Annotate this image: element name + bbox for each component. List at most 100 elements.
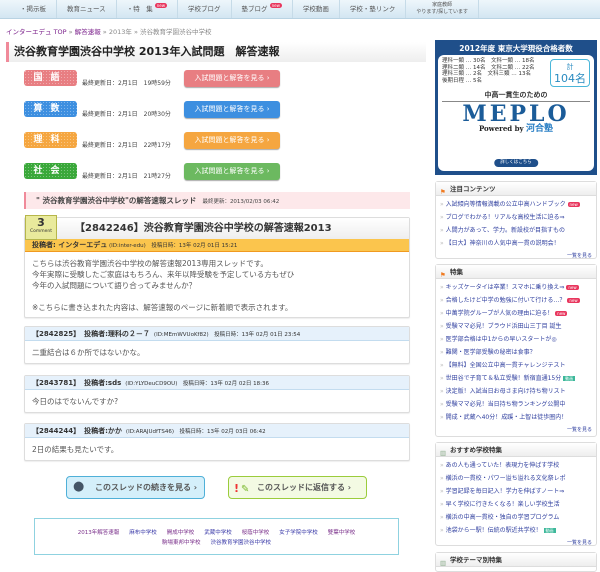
view-answers-button[interactable]: 入試問題と解答を見る ›: [184, 132, 280, 149]
sidebar-link[interactable]: 世田谷で子育て＆私立受験！新宿直通15分 動画: [440, 372, 592, 385]
new-badge: new: [270, 3, 282, 8]
nav-special[interactable]: ・特 集 new: [117, 0, 178, 18]
reply-thread-button[interactable]: !✎このスレッドに返信する ›: [228, 476, 367, 499]
reply-body: 二重結合は６か所ではないかな。: [25, 341, 409, 364]
subject-tag: 算数: [24, 101, 77, 117]
reply-author: 投稿者:理科の２－７: [84, 330, 150, 338]
separator: »: [103, 28, 107, 36]
main-post: 【2842246】渋谷教育学園渋谷中学校の解答速報2013 投稿者: インターエ…: [24, 217, 410, 318]
comment-label: Comment: [26, 229, 56, 235]
link-text: 池袋から一駅！伝統の駅近共学校！: [446, 527, 542, 534]
sidebar-link[interactable]: 合格したけど中学の勉強に付いて行ける…？ new: [440, 294, 592, 307]
nav-board[interactable]: ・掲示板: [10, 0, 57, 18]
footer-link[interactable]: 雙葉中学校: [328, 530, 356, 536]
sidebar-link[interactable]: 受験ママ必見！ブラウド浜田山三丁目 誕生: [440, 320, 592, 333]
view-answers-button[interactable]: 入試問題と解答を見る ›: [184, 101, 280, 118]
reply-id: (ID:MEmWVUoKf82): [154, 332, 209, 338]
sidebar-link[interactable]: 【無料】全国公立中高一貫チャレンジテスト: [440, 359, 592, 372]
flag-icon: ⚑: [440, 268, 447, 276]
ad-body: 理科一類 … 30名 文科一類 … 18名 理科二類 … 14名 文科二類 … …: [438, 55, 594, 171]
sidebar-recommend: ▥おすすめ学校特集 あの人も通っていた！表現力を伸ばす学校 横浜の一貫校・パワー…: [435, 442, 597, 546]
sidebar-link[interactable]: 決定版！入試当日お母さま向け持ち物リスト: [440, 385, 592, 398]
continue-thread-button[interactable]: ● このスレッドの続きを見る ›: [66, 476, 205, 499]
footer-link[interactable]: 渋谷教育学園渋谷中学校: [211, 540, 272, 546]
see-all-link[interactable]: 一覧を見る: [436, 252, 596, 262]
nav-links[interactable]: 学校・塾リンク: [340, 0, 407, 18]
sidebar-link[interactable]: ブログでわかる！リアルな高校生活に迫る⇒: [440, 211, 592, 224]
subject-row-math: 算数 最終更新日：2月1日 20時30分 入試問題と解答を見る ›: [24, 101, 284, 119]
reply-post: 【2844244】投稿者:かか(ID:ARAJUdfTS46) 投稿日時：13年…: [24, 423, 410, 461]
button-label: このスレッドの続きを見る ›: [95, 483, 197, 492]
ad-total: 計104名: [550, 59, 590, 87]
footer-links: 2013年解答速報 麻布中学校 開成中学校 武蔵中学校 桜蔭中学校 女子学院中学校 雙葉中学…: [34, 518, 399, 555]
top-nav: ・掲示板 教育ニュース ・特 集 new 学校ブログ 塾ブログ new 学校動画…: [0, 0, 600, 19]
chat-icon: ●: [73, 480, 84, 494]
school-building-icon: ▥: [440, 446, 447, 454]
footer-link[interactable]: 開成中学校: [167, 530, 195, 536]
footer-link[interactable]: 麻布中学校: [129, 530, 157, 536]
link-text: 中萬学院グループが人気の理由に迫る！: [446, 310, 554, 317]
box-header: ⚑特集: [436, 265, 596, 279]
updated-date: 最終更新日：2月1日 20時30分: [82, 109, 171, 118]
nav-school-video[interactable]: 学校動画: [293, 0, 340, 18]
sidebar-link[interactable]: 人間力があって、学力。新設校が目指すもの: [440, 224, 592, 237]
new-badge: new: [568, 202, 580, 207]
post-line: ※こちらに書き込まれた内容は、解答速報のページに新着順で表示されます。: [32, 302, 402, 313]
thread-heading-title: " 渋谷教育学園渋谷中学校"の解答速報スレッド: [36, 196, 196, 205]
breadcrumb-answers[interactable]: 解答速報: [75, 28, 101, 36]
reply-number: 【2842825】: [32, 330, 80, 338]
sidebar-link[interactable]: 横浜の一貫校・パワー溢ち溢れる文化祭レポ: [440, 472, 592, 485]
sidebar-link[interactable]: 学習記録を毎日記入！学力を伸ばすノート⇒: [440, 485, 592, 498]
nav-juku-blog[interactable]: 塾ブログ new: [232, 0, 293, 18]
footer-link[interactable]: 武蔵中学校: [204, 530, 232, 536]
new-badge: new: [566, 285, 578, 290]
video-badge: 動画: [563, 376, 575, 381]
box-title: 特集: [450, 268, 463, 276]
subject-row-japanese: 国語 最終更新日：2月1日 19時59分 入試問題と解答を見る ›: [24, 70, 284, 88]
post-meta: 投稿者: インターエデュ (ID:inter-edu) 投稿日時：13年 02月…: [25, 239, 409, 252]
reply-date: 投稿日時：13年 02月 01日 23:54: [214, 332, 300, 338]
sidebar-link[interactable]: 医学部合格は中1からの早いスタートが◎: [440, 333, 592, 346]
box-title: おすすめ学校特集: [450, 446, 502, 454]
sidebar-link[interactable]: 入試傾向等情報満載の公立中高ハンドブック new: [440, 198, 592, 211]
footer-link[interactable]: 2013年解答速報: [78, 530, 120, 536]
kawaijuku-logo: 河合塾: [526, 124, 553, 134]
ad-total-label: 計: [567, 63, 574, 71]
box-header: ⚑注目コンテンツ: [436, 182, 596, 196]
sidebar-link[interactable]: 難関・医学部受験の秘密は食事？: [440, 346, 592, 359]
separator: »: [134, 28, 138, 36]
video-badge: 動画: [544, 528, 556, 533]
post-body: こちらは渋谷教育学園渋谷中学校の解答速報2013専用スレッドです。 今年実際に受…: [25, 252, 409, 319]
link-text: 世田谷で子育て＆私立受験！新宿直通15分: [446, 375, 562, 382]
button-label: このスレッドに返信する ›: [257, 483, 351, 492]
sidebar-link[interactable]: キッズケータイは卒業！スマホに乗り換え⇒ new: [440, 281, 592, 294]
sidebar-link[interactable]: あの人も通っていた！表現力を伸ばす学校: [440, 459, 592, 472]
breadcrumb-top[interactable]: インターエデュ TOP: [6, 28, 67, 36]
nav-news[interactable]: 教育ニュース: [57, 0, 117, 18]
see-all-link[interactable]: 一覧を見る: [436, 426, 596, 436]
sidebar-link[interactable]: 【日大】神奈川の人気中高一貫の説明会！: [440, 237, 592, 250]
footer-link[interactable]: 女子学院中学校: [279, 530, 318, 536]
ad-more-button[interactable]: 詳しくはこちら: [494, 159, 538, 168]
view-answers-button[interactable]: 入試問題と解答を見る ›: [184, 70, 280, 87]
meplo-ad-banner[interactable]: 2012年度 東京大学現役合格者数 理科一類 … 30名 文科一類 … 18名 …: [435, 40, 597, 175]
page-title: 渋谷教育学園渋谷中学校 2013年入試問題 解答速報: [6, 42, 426, 62]
sidebar-link[interactable]: 受験ママ必見！当日持ち物ランキング公開中: [440, 398, 592, 411]
meplo-logo: MEPLO: [442, 102, 590, 126]
footer-link[interactable]: 桜蔭中学校: [242, 530, 270, 536]
sidebar-link[interactable]: 池袋から一駅！伝統の駅近共学校！ 動画: [440, 524, 592, 537]
nav-school-blog[interactable]: 学校ブログ: [178, 0, 232, 18]
nav-tutor[interactable]: 家庭教師やります/探しています: [406, 0, 479, 18]
sidebar-featured: ⚑注目コンテンツ 入試傾向等情報満載の公立中高ハンドブック new ブログでわか…: [435, 181, 597, 259]
sidebar-link[interactable]: 横浜の中高一貫校・独自の学習プログラム: [440, 511, 592, 524]
view-answers-button[interactable]: 入試問題と解答を見る ›: [184, 163, 280, 180]
sidebar-link[interactable]: 開成・武蔵へ40分！成蹊・上智は徒歩圏内！: [440, 411, 592, 424]
reply-post: 【2842825】投稿者:理科の２－７ (ID:MEmWVUoKf82) 投稿日時…: [24, 326, 410, 364]
reply-number: 【2843781】: [32, 379, 80, 387]
see-all-link[interactable]: 一覧を見る: [436, 539, 596, 549]
sidebar-special: ⚑特集 キッズケータイは卒業！スマホに乗り換え⇒ new 合格したけど中学の勉強…: [435, 264, 597, 437]
link-text: キッズケータイは卒業！スマホに乗り換え⇒: [446, 284, 565, 291]
sidebar-link[interactable]: 中萬学院グループが人気の理由に迫る！ new: [440, 307, 592, 320]
footer-link[interactable]: 駒場東邦中学校: [162, 540, 201, 546]
sidebar-link[interactable]: 早く学校に行きたくなる！楽しい学校生活: [440, 498, 592, 511]
